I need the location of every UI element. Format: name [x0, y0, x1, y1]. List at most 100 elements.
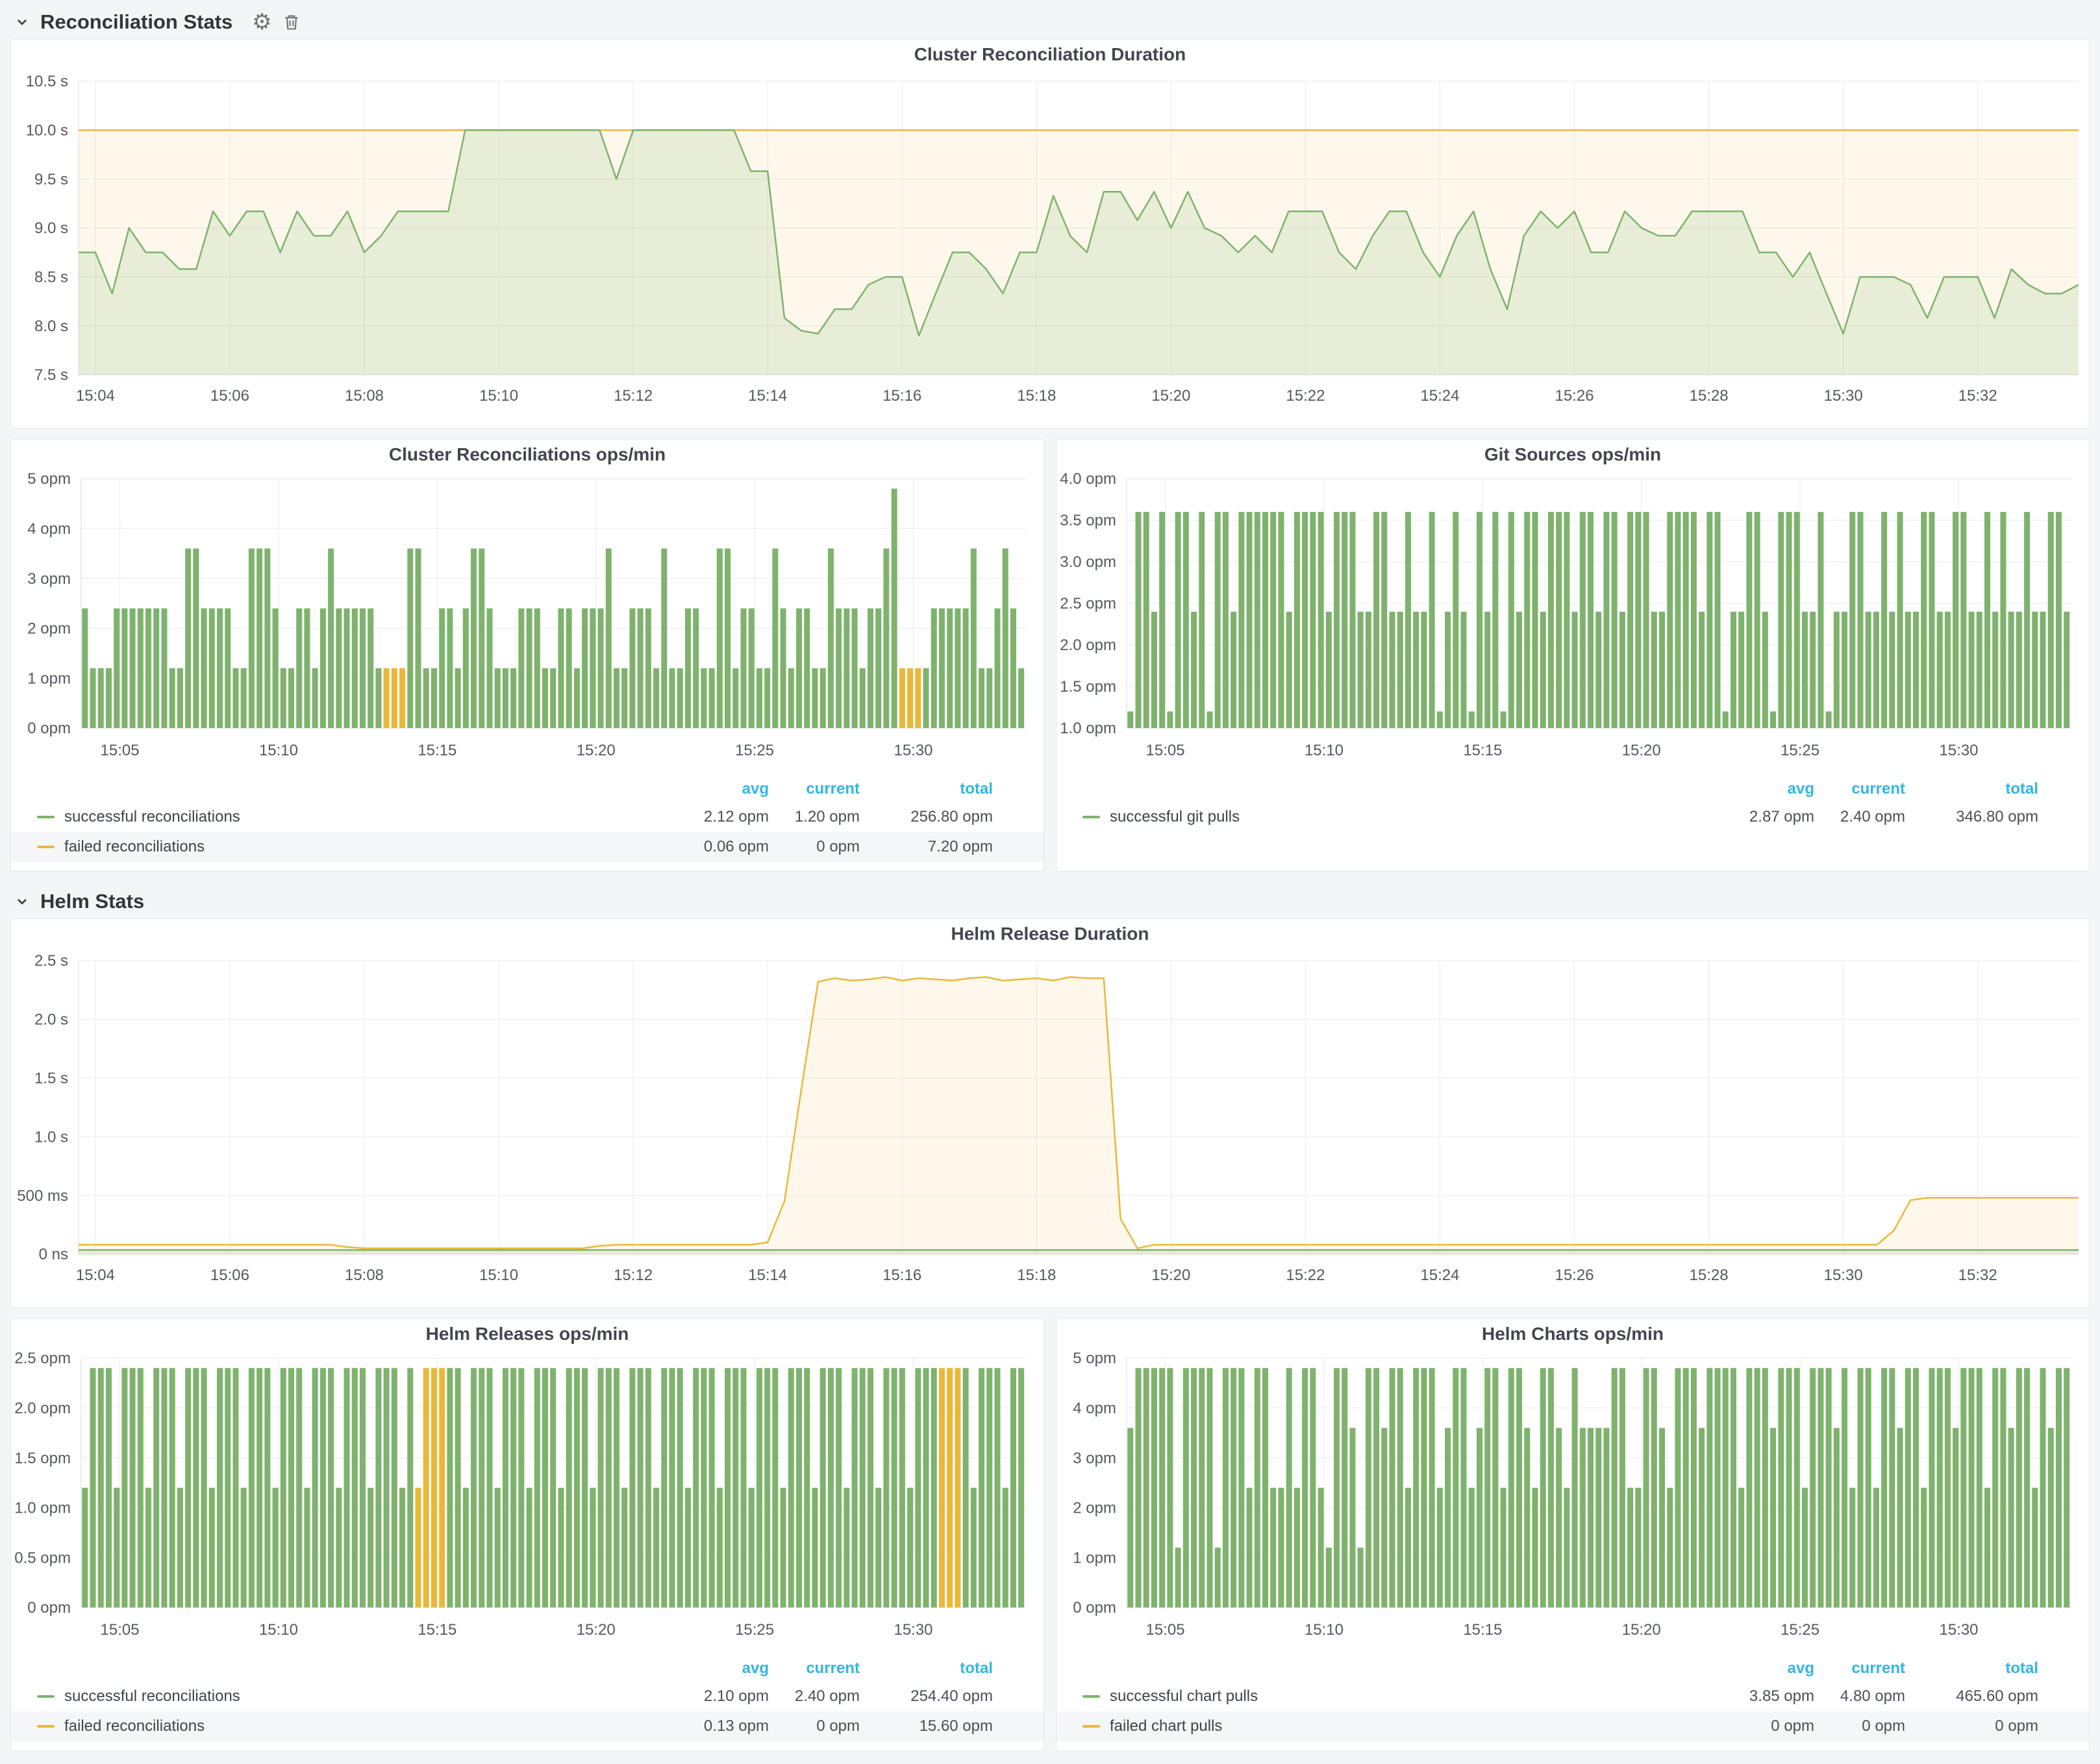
svg-text:15:24: 15:24: [1420, 1266, 1459, 1284]
svg-text:2.0 s: 2.0 s: [34, 1011, 68, 1029]
svg-text:15:12: 15:12: [614, 1266, 653, 1284]
series-color-dash-icon: [37, 846, 55, 848]
svg-text:2.5 opm: 2.5 opm: [1060, 595, 1116, 612]
svg-text:15:12: 15:12: [614, 387, 653, 405]
svg-text:15:28: 15:28: [1690, 387, 1729, 405]
legend-col-current[interactable]: current: [769, 780, 860, 798]
series-color-dash-icon: [37, 1695, 55, 1698]
legend-col-total[interactable]: total: [860, 780, 993, 798]
legend-col-avg[interactable]: avg: [1717, 780, 1814, 798]
trash-icon[interactable]: [282, 13, 301, 31]
legend-series-label[interactable]: successful git pulls: [1082, 808, 1717, 826]
legend-series-label[interactable]: failed reconciliations: [37, 838, 671, 856]
svg-text:15:10: 15:10: [479, 1266, 518, 1284]
svg-text:4.0 opm: 4.0 opm: [1060, 470, 1116, 488]
gear-icon[interactable]: ⚙: [252, 11, 271, 33]
legend-col-avg[interactable]: avg: [671, 780, 769, 798]
legend-col-total[interactable]: total: [860, 1659, 993, 1678]
helm-release-duration-chart[interactable]: 0 ns500 ms1.0 s1.5 s2.0 s2.5 s15:0415:06…: [11, 949, 2089, 1307]
legend-total-value: 465.60 opm: [1905, 1687, 2038, 1706]
legend-col-total[interactable]: total: [1905, 780, 2038, 798]
svg-text:2 opm: 2 opm: [27, 620, 71, 638]
svg-text:10.0 s: 10.0 s: [26, 121, 68, 139]
svg-text:1.5 opm: 1.5 opm: [1060, 678, 1116, 696]
svg-text:1.0 opm: 1.0 opm: [1060, 720, 1116, 737]
cluster-reconciliation-duration-plot[interactable]: 7.5 s8.0 s8.5 s9.0 s9.5 s10.0 s10.5 s15:…: [11, 69, 2089, 428]
svg-text:15:20: 15:20: [1151, 387, 1190, 405]
svg-text:15:05: 15:05: [101, 742, 140, 759]
section-header-reconciliation-stats[interactable]: Reconciliation Stats ⚙: [10, 5, 2090, 39]
panel-title[interactable]: Cluster Reconciliations ops/min: [11, 440, 1044, 470]
svg-text:500 ms: 500 ms: [17, 1187, 68, 1205]
svg-text:1.5 s: 1.5 s: [34, 1070, 68, 1087]
svg-text:4 opm: 4 opm: [27, 520, 71, 538]
legend-col-avg[interactable]: avg: [1717, 1659, 1814, 1678]
legend-current-value: 2.40 opm: [769, 1687, 860, 1706]
svg-text:15:30: 15:30: [1940, 742, 1979, 759]
cluster-reconciliation-duration-chart[interactable]: 7.5 s8.0 s8.5 s9.0 s9.5 s10.0 s10.5 s15:…: [11, 69, 2089, 428]
svg-text:4 opm: 4 opm: [1073, 1400, 1116, 1417]
section-header-helm-stats[interactable]: Helm Stats: [10, 885, 2090, 918]
panel-title[interactable]: Git Sources ops/min: [1056, 440, 2089, 470]
legend-header-row: avgcurrenttotal: [1056, 1656, 2089, 1682]
svg-text:15:22: 15:22: [1286, 387, 1325, 405]
cluster-reconciliations-opm-plot[interactable]: 0 opm1 opm2 opm3 opm4 opm5 opm15:0515:10…: [11, 470, 1044, 775]
legend-avg-value: 3.85 opm: [1717, 1687, 1814, 1706]
legend-header-row: avgcurrenttotal: [1056, 776, 2089, 802]
svg-text:2.0 opm: 2.0 opm: [14, 1400, 71, 1417]
legend-col-current[interactable]: current: [1814, 780, 1905, 798]
svg-text:15:30: 15:30: [1824, 1266, 1863, 1284]
grafana-dashboard: Reconciliation Stats ⚙ Cluster Reconcili…: [0, 0, 2100, 1758]
svg-text:7.5 s: 7.5 s: [34, 366, 68, 384]
svg-text:15:10: 15:10: [259, 1621, 298, 1639]
legend-current-value: 0 opm: [1814, 1717, 1905, 1735]
section-title[interactable]: Reconciliation Stats: [40, 10, 232, 34]
svg-text:15:26: 15:26: [1555, 387, 1594, 405]
legend-col-avg[interactable]: avg: [671, 1659, 769, 1678]
legend-col-current[interactable]: current: [769, 1659, 860, 1678]
legend-col-total[interactable]: total: [1905, 1659, 2038, 1678]
svg-text:15:14: 15:14: [748, 387, 787, 405]
svg-text:15:10: 15:10: [1305, 742, 1344, 759]
legend-table: avgcurrenttotal successful chart pulls3.8…: [1056, 1654, 2089, 1750]
git-sources-opm-chart[interactable]: 1.0 opm1.5 opm2.0 opm2.5 opm3.0 opm3.5 o…: [1056, 470, 2089, 775]
series-color-dash-icon: [1082, 1695, 1100, 1698]
svg-text:15:06: 15:06: [210, 387, 249, 405]
chevron-down-icon[interactable]: [14, 14, 30, 30]
panel-title[interactable]: Cluster Reconciliation Duration: [11, 40, 2089, 69]
panel-title[interactable]: Helm Releases ops/min: [11, 1319, 1044, 1349]
helm-release-duration-plot[interactable]: 0 ns500 ms1.0 s1.5 s2.0 s2.5 s15:0415:06…: [11, 949, 2089, 1307]
helm-releases-opm-chart[interactable]: 0 opm0.5 opm1.0 opm1.5 opm2.0 opm2.5 opm…: [11, 1349, 1044, 1654]
svg-text:15:20: 15:20: [1151, 1266, 1190, 1284]
svg-text:15:05: 15:05: [1146, 742, 1185, 759]
legend-col-current[interactable]: current: [1814, 1659, 1905, 1678]
legend-series-label[interactable]: failed reconciliations: [37, 1717, 671, 1735]
svg-text:5 opm: 5 opm: [27, 470, 71, 488]
git-sources-opm-plot[interactable]: 1.0 opm1.5 opm2.0 opm2.5 opm3.0 opm3.5 o…: [1056, 470, 2089, 775]
svg-text:15:15: 15:15: [418, 742, 456, 759]
panel-title[interactable]: Helm Charts ops/min: [1056, 1319, 2089, 1349]
legend-row: failed chart pulls0 opm0 opm0 opm: [1056, 1711, 2089, 1741]
panel-cluster-reconciliations-ops-min: Cluster Reconciliations ops/min 0 opm1 o…: [10, 439, 1044, 872]
helm-charts-opm-plot[interactable]: 0 opm1 opm2 opm3 opm4 opm5 opm15:0515:10…: [1056, 1349, 2089, 1654]
legend-series-label[interactable]: successful reconciliations: [37, 808, 671, 826]
svg-text:15:15: 15:15: [418, 1621, 456, 1639]
helm-releases-opm-plot[interactable]: 0 opm0.5 opm1.0 opm1.5 opm2.0 opm2.5 opm…: [11, 1349, 1044, 1654]
section-title[interactable]: Helm Stats: [40, 890, 144, 913]
svg-text:0 opm: 0 opm: [1073, 1599, 1116, 1617]
legend-total-value: 15.60 opm: [860, 1717, 993, 1735]
legend-total-value: 7.20 opm: [860, 838, 993, 856]
legend-current-value: 0 opm: [769, 838, 860, 856]
helm-charts-opm-chart[interactable]: 0 opm1 opm2 opm3 opm4 opm5 opm15:0515:10…: [1056, 1349, 2089, 1654]
legend-series-label[interactable]: successful reconciliations: [37, 1687, 671, 1706]
svg-text:15:15: 15:15: [1463, 1621, 1502, 1639]
legend-series-label[interactable]: failed chart pulls: [1082, 1717, 1717, 1735]
legend-series-label[interactable]: successful chart pulls: [1082, 1687, 1717, 1706]
cluster-reconciliations-opm-chart[interactable]: 0 opm1 opm2 opm3 opm4 opm5 opm15:0515:10…: [11, 470, 1044, 775]
legend-row: failed reconciliations0.06 opm0 opm7.20 …: [11, 832, 1044, 862]
svg-text:15:25: 15:25: [735, 1621, 774, 1639]
svg-text:15:22: 15:22: [1286, 1266, 1325, 1284]
svg-text:15:30: 15:30: [1824, 387, 1863, 405]
panel-title[interactable]: Helm Release Duration: [11, 919, 2089, 949]
chevron-down-icon[interactable]: [14, 894, 30, 909]
